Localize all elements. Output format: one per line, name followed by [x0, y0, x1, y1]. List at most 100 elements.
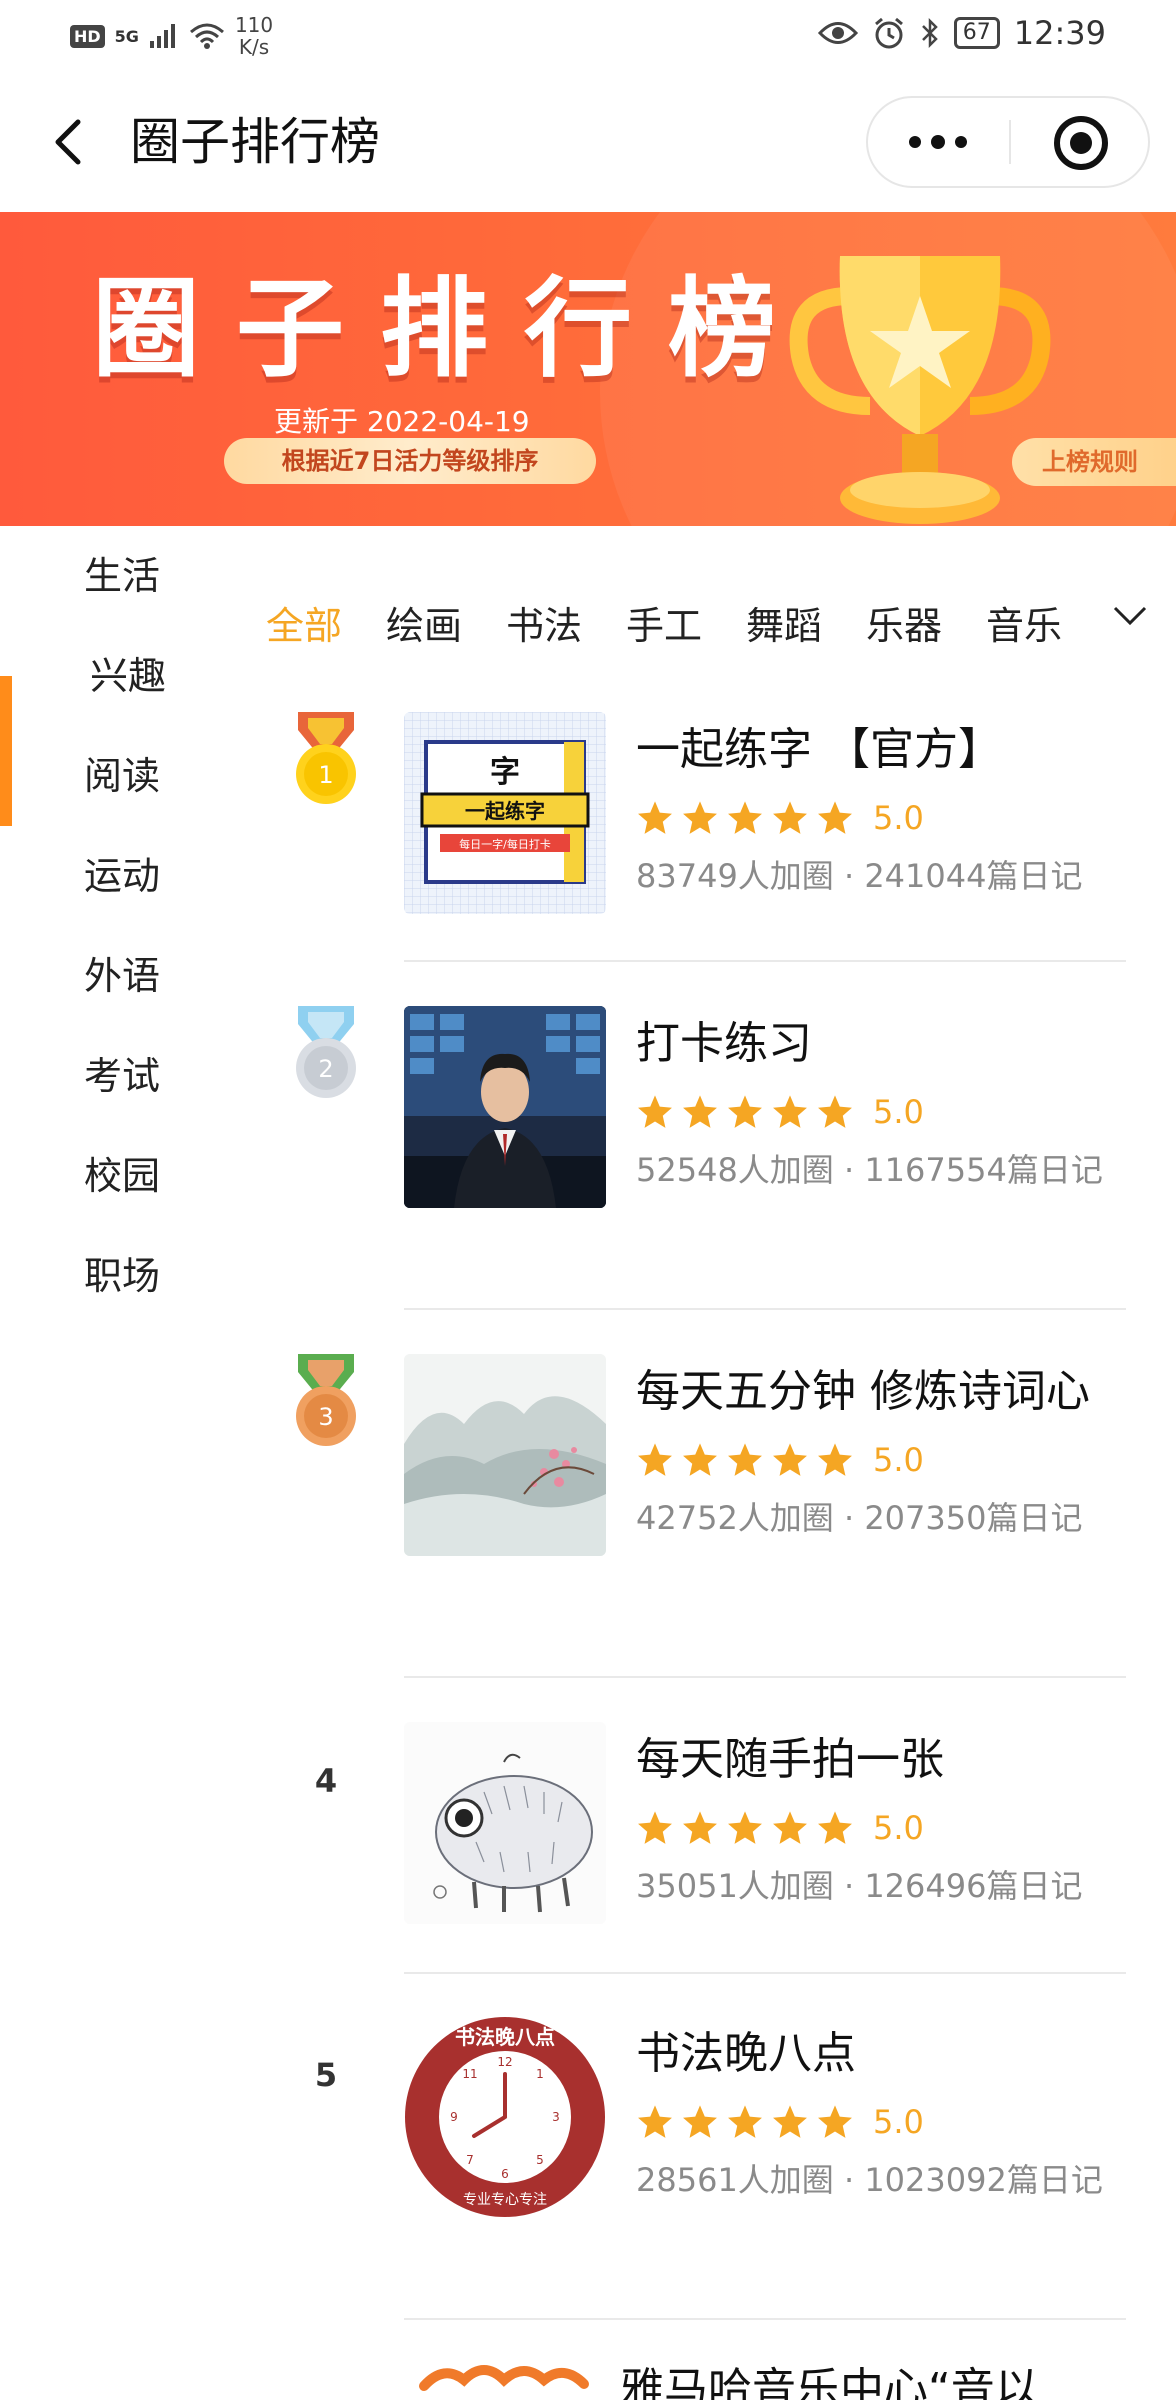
list-item[interactable]: 2 打卡练习 5.0 52548人加圈 · 1167554篇日记 [290, 1006, 1130, 1310]
circle-info: 打卡练习 5.0 52548人加圈 · 1167554篇日记 [636, 1006, 1126, 1198]
star-icon [818, 2105, 852, 2138]
star-icon [773, 1443, 807, 1476]
more-options-button[interactable] [868, 98, 1008, 186]
rating-value: 5.0 [873, 1093, 924, 1131]
circle-stats: 35051人加圈 · 126496篇日记 [636, 1867, 1083, 1905]
tab-handcraft[interactable]: 手工 [626, 576, 702, 676]
list-item[interactable]: 5 12 1 3 5 6 7 9 11 书法晚八点 专业专心专注 书法晚八点 5.0 28… [290, 2016, 1130, 2320]
sidebar-item-interest[interactable]: 兴趣 [0, 626, 250, 726]
star-icon [818, 1811, 852, 1844]
circle-thumbnail-art [404, 1722, 606, 1924]
banner-title: 圈子排行榜 [92, 267, 813, 392]
sidebar-item-campus[interactable]: 校园 [0, 1126, 250, 1226]
thumb-line2: 一起练字 [465, 799, 545, 823]
circle-stats: 42752人加圈 · 207350篇日记 [636, 1499, 1083, 1537]
circle-info: 雅马哈音乐中心“音以 [620, 2350, 1110, 2400]
rank-number: 3 [318, 1403, 333, 1431]
circle-thumbnail [404, 1354, 606, 1556]
star-icon [773, 1811, 807, 1844]
sidebar-item-language[interactable]: 外语 [0, 926, 250, 1026]
chevron-down-icon[interactable] [1112, 598, 1148, 634]
battery-icon: 67 [953, 17, 1000, 49]
circle-stats: 28561人加圈 · 1023092篇日记 [636, 2161, 1103, 2199]
circle-name: 每天随手拍一张 [636, 1734, 944, 1785]
rating-value: 5.0 [873, 1441, 924, 1479]
gold-medal-icon: 1 [296, 712, 356, 804]
list-divider [404, 960, 1126, 962]
tab-music[interactable]: 音乐 [986, 576, 1062, 676]
svg-text:3: 3 [552, 2110, 560, 2124]
rating-value: 5.0 [873, 2103, 924, 2141]
net-speed: 110 K/s [235, 14, 273, 58]
circle-thumbnail-art: 12 1 3 5 6 7 9 11 书法晚八点 专业专心专注 [405, 2017, 605, 2217]
rank-number: 1 [318, 761, 333, 789]
sidebar-item-reading[interactable]: 阅读 [0, 726, 250, 826]
list-divider [404, 1308, 1126, 1310]
svg-text:9: 9 [450, 2110, 458, 2124]
star-icon [818, 1443, 852, 1476]
back-arrow-icon[interactable] [40, 112, 100, 172]
list-divider [404, 1972, 1126, 1974]
sidebar-item-sports[interactable]: 运动 [0, 826, 250, 926]
nav-bar: 圈子排行榜 [0, 72, 1176, 212]
star-icon [818, 801, 852, 834]
more-dot-icon [931, 135, 945, 149]
hd-badge: HD [70, 24, 105, 48]
circle-thumbnail-art [404, 1354, 606, 1556]
tab-calligraphy[interactable]: 书法 [506, 576, 582, 676]
tab-all[interactable]: 全部 [266, 576, 342, 676]
network-label: 5G [114, 26, 139, 46]
circle-name: 书法晚八点 [636, 2028, 856, 2079]
tab-instrument[interactable]: 乐器 [866, 576, 942, 676]
circle-stats: 83749人加圈 · 241044篇日记 [636, 857, 1083, 895]
list-item[interactable]: 1 字 一起练字 每日一字/每日打卡 一起练字 【官方】 5.0 83749人加… [290, 712, 1130, 962]
star-icon [728, 1095, 762, 1128]
sidebar-item-life[interactable]: 生活 [0, 526, 250, 626]
ranking-rules-button[interactable]: 上榜规则 [1012, 438, 1176, 486]
mini-program-capsule [866, 96, 1150, 188]
list-item[interactable]: 4 每天随手拍一张 5.0 35051人加圈 · 126496篇日记 [290, 1722, 1130, 1974]
circle-info: 每天随手拍一张 5.0 35051人加圈 · 126496篇日记 [636, 1722, 1126, 1914]
eye-icon [817, 22, 858, 44]
star-icon [638, 1443, 672, 1476]
star-icon [683, 2105, 717, 2138]
circle-info: 每天五分钟 修炼诗词心 5.0 42752人加圈 · 207350篇日记 [636, 1354, 1126, 1546]
tab-painting[interactable]: 绘画 [386, 576, 462, 676]
capsule-divider [1009, 120, 1011, 164]
rank-number: 2 [318, 1055, 333, 1083]
rating-value: 5.0 [873, 799, 924, 837]
ranking-banner: 圈子排行榜 更新于 2022-04-19 根据近7日活力等级排序 上榜规则 [0, 212, 1176, 526]
svg-text:1: 1 [536, 2067, 544, 2081]
list-divider [404, 1676, 1126, 1678]
clock: 12:39 [1013, 14, 1106, 52]
bluetooth-icon [921, 17, 938, 49]
tab-dance[interactable]: 舞蹈 [746, 576, 822, 676]
star-icon [683, 801, 717, 834]
circle-thumbnail [404, 1722, 606, 1924]
thumb-top-text: 书法晚八点 [455, 2025, 555, 2049]
star-icon [728, 1811, 762, 1844]
subcategory-tabs: 全部 绘画 书法 手工 舞蹈 乐器 音乐 [250, 526, 1176, 676]
circle-name: 一起练字 【官方】 [636, 724, 1002, 775]
circle-info: 书法晚八点 5.0 28561人加圈 · 1023092篇日记 [636, 2016, 1126, 2208]
banner-updated-date: 更新于 2022-04-19 [274, 405, 530, 438]
list-item[interactable]: 3 每天五分钟 修炼诗词心 5.0 42752人加圈 · 207350篇日记 [290, 1354, 1130, 1678]
circle-name: 雅马哈音乐中心“音以 [620, 2364, 1039, 2400]
category-sidebar: 生活 兴趣 阅读 运动 外语 考试 校园 职场 [0, 526, 250, 2400]
status-right: 67 12:39 [817, 14, 1106, 52]
rank-number: 4 [314, 1762, 338, 1800]
sidebar-item-career[interactable]: 职场 [0, 1226, 250, 1326]
net-speed-unit: K/s [238, 35, 270, 59]
list-item[interactable]: 雅马哈音乐中心“音以 [290, 2350, 1130, 2400]
thumb-line3: 每日一字/每日打卡 [459, 837, 551, 851]
sidebar-item-exam[interactable]: 考试 [0, 1026, 250, 1126]
star-icon [683, 1095, 717, 1128]
rating-stars: 5.0 [636, 788, 1126, 848]
circle-thumbnail [404, 2350, 606, 2400]
star-icon [818, 1095, 852, 1128]
star-icon [638, 2105, 672, 2138]
close-mini-program-icon[interactable] [1054, 116, 1108, 170]
rating-stars: 5.0 [636, 1082, 1126, 1142]
thumb-bottom-text: 专业专心专注 [463, 2192, 547, 2208]
status-left: HD 5G 110 K/s [70, 14, 273, 58]
